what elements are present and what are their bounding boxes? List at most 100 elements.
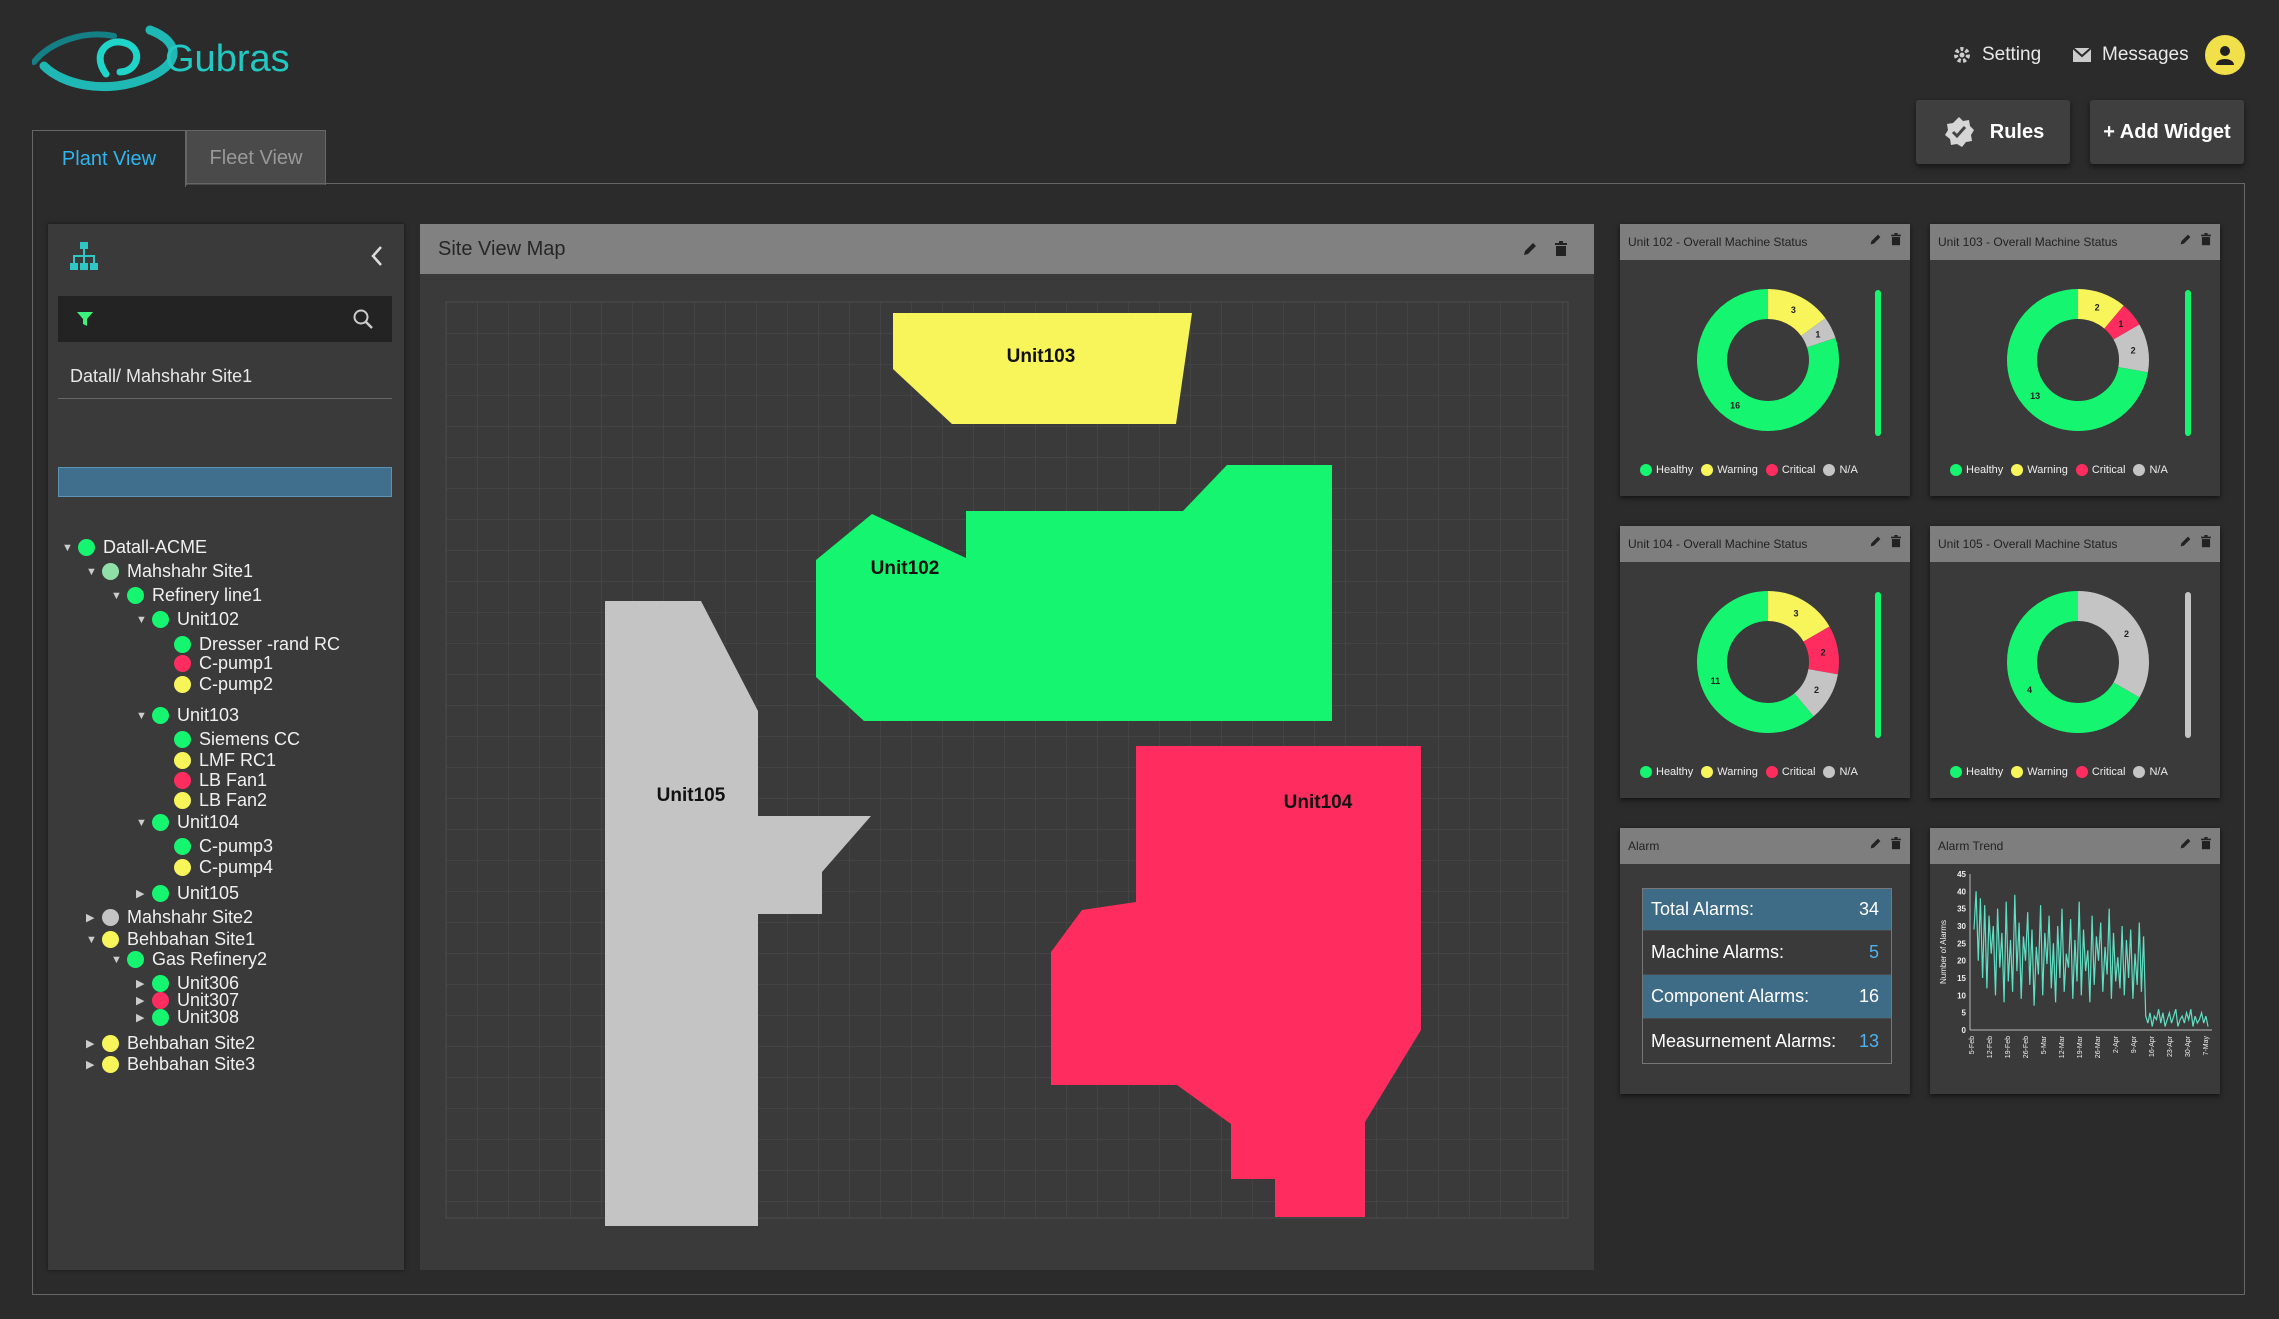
- donut-slice-na[interactable]: [2077, 591, 2149, 698]
- tree-search-bar[interactable]: [58, 296, 392, 342]
- widget-title: Unit 103 - Overall Machine Status: [1938, 235, 2118, 249]
- tree-node-label: Mahshahr Site1: [127, 561, 254, 581]
- add-widget-button[interactable]: + Add Widget: [2090, 100, 2244, 164]
- alarm-row-machine[interactable]: Machine Alarms: 5: [1643, 931, 1891, 975]
- tree-node[interactable]: ▼ Unit102: [136, 609, 239, 630]
- tree-node[interactable]: ▶ Unit105: [136, 883, 239, 904]
- tree-node[interactable]: ▼ Gas Refinery2: [111, 949, 267, 970]
- status-bar: [1875, 592, 1881, 738]
- edit-icon[interactable]: [1869, 233, 1882, 246]
- tree-node[interactable]: ▼ Datall-ACME: [62, 537, 207, 558]
- legend-label: Warning: [2027, 464, 2068, 476]
- tree-node[interactable]: ▶ Mahshahr Site2: [86, 907, 253, 928]
- x-tick-label: 5-Mar: [2041, 1035, 2048, 1054]
- trend-line: [1973, 891, 2209, 1027]
- unit103-zone[interactable]: [893, 313, 1192, 424]
- edit-icon[interactable]: [1869, 837, 1882, 850]
- trash-icon[interactable]: [1554, 241, 1568, 257]
- tree-node-label: Behbahan Site3: [127, 1054, 256, 1074]
- tree-node[interactable]: LMF RC1: [158, 750, 276, 771]
- legend-item-warning: Warning: [2011, 464, 2068, 476]
- trash-icon[interactable]: [1890, 837, 1902, 850]
- alarm-row-total[interactable]: Total Alarms: 34: [1643, 889, 1891, 931]
- setting-link[interactable]: Setting: [1952, 44, 2041, 66]
- trash-icon[interactable]: [2200, 233, 2212, 246]
- tree-node[interactable]: ▼ Unit104: [136, 812, 239, 833]
- caret-right-icon[interactable]: ▶: [86, 1037, 102, 1050]
- alarm-value: 13: [1858, 1030, 1879, 1051]
- status-legend: Healthy Warning Critical N/A: [1640, 464, 1858, 476]
- tree-node[interactable]: ▶ Behbahan Site3: [86, 1054, 255, 1075]
- caret-right-icon[interactable]: ▶: [136, 887, 152, 900]
- caret-right-icon[interactable]: ▶: [136, 977, 152, 990]
- filter-icon[interactable]: [76, 310, 94, 328]
- tab-fleet-view[interactable]: Fleet View: [186, 130, 326, 185]
- rules-button[interactable]: Rules: [1916, 100, 2070, 164]
- tree-node[interactable]: ▶ Unit308: [136, 1007, 239, 1028]
- trash-icon[interactable]: [2200, 837, 2212, 850]
- tree-node[interactable]: C-pump3: [158, 836, 273, 857]
- donut-slice-warning[interactable]: [1767, 591, 1830, 643]
- caret-down-icon[interactable]: ▼: [136, 817, 152, 829]
- edit-icon[interactable]: [2179, 837, 2192, 850]
- tree-node-label: Unit103: [177, 705, 240, 725]
- search-icon[interactable]: [352, 308, 374, 330]
- y-tick-label: 20: [1957, 957, 1966, 966]
- user-avatar[interactable]: [2205, 35, 2245, 75]
- tree-node[interactable]: C-pump4: [158, 857, 273, 878]
- legend-label: N/A: [2149, 464, 2168, 476]
- edit-icon[interactable]: [1522, 241, 1538, 257]
- caret-down-icon[interactable]: ▼: [111, 590, 127, 602]
- edit-icon[interactable]: [2179, 233, 2192, 246]
- status-dot: [174, 859, 191, 876]
- alarm-row-component[interactable]: Component Alarms: 16: [1643, 975, 1891, 1019]
- tree-node-label: LB Fan1: [199, 770, 268, 790]
- tab-plant-view[interactable]: Plant View: [32, 130, 186, 187]
- alarm-label: Measurnement Alarms:: [1651, 1030, 1837, 1051]
- status-dot: [78, 539, 95, 556]
- caret-down-icon[interactable]: ▼: [86, 934, 102, 946]
- tree-node-label: Datall-ACME: [103, 537, 208, 557]
- tree-node-label: C-pump3: [199, 836, 274, 856]
- legend-label: N/A: [1839, 464, 1858, 476]
- status-dot: [152, 1009, 169, 1026]
- edit-icon[interactable]: [1869, 535, 1882, 548]
- legend-swatch: [1950, 464, 1962, 476]
- collapse-chevron-icon[interactable]: [370, 244, 384, 268]
- caret-down-icon[interactable]: ▼: [62, 542, 78, 554]
- alarm-row-measurement[interactable]: Measurnement Alarms: 13: [1643, 1019, 1891, 1063]
- caret-down-icon[interactable]: ▼: [86, 566, 102, 578]
- y-tick-label: 40: [1957, 887, 1966, 896]
- trash-icon[interactable]: [2200, 535, 2212, 548]
- caret-right-icon[interactable]: ▶: [86, 911, 102, 924]
- caret-down-icon[interactable]: ▼: [136, 614, 152, 626]
- caret-down-icon[interactable]: ▼: [136, 710, 152, 722]
- y-tick-label: 15: [1957, 974, 1966, 983]
- tree-node[interactable]: ▼ Refinery line1: [111, 585, 262, 606]
- status-dot: [102, 931, 119, 948]
- caret-down-icon[interactable]: ▼: [111, 954, 127, 966]
- tree-node[interactable]: Siemens CC: [158, 729, 300, 750]
- caret-right-icon[interactable]: ▶: [86, 1058, 102, 1071]
- trash-icon[interactable]: [1890, 233, 1902, 246]
- trash-icon[interactable]: [1890, 535, 1902, 548]
- tree-node[interactable]: ▼ Unit103: [136, 705, 239, 726]
- tree-node[interactable]: ▼ Mahshahr Site1: [86, 561, 253, 582]
- tree-node[interactable]: LB Fan2: [158, 790, 267, 811]
- caret-right-icon[interactable]: ▶: [136, 994, 152, 1007]
- caret-right-icon[interactable]: ▶: [136, 1011, 152, 1024]
- legend-swatch: [1765, 464, 1778, 476]
- tree-node[interactable]: Dresser -rand RC: [158, 634, 340, 655]
- status-dot: [102, 909, 119, 926]
- tree-node[interactable]: LB Fan1: [158, 770, 267, 791]
- messages-link[interactable]: Messages: [2072, 44, 2189, 66]
- donut-value-label: 2: [2124, 629, 2129, 639]
- tree-node[interactable]: C-pump1: [158, 653, 273, 674]
- add-widget-label: + Add Widget: [2103, 120, 2231, 143]
- hierarchy-icon[interactable]: [68, 240, 100, 272]
- tree-node[interactable]: ▶ Behbahan Site2: [86, 1033, 255, 1054]
- tree-node[interactable]: ▼ Behbahan Site1: [86, 929, 255, 950]
- tree-node-label: Unit105: [177, 883, 240, 903]
- edit-icon[interactable]: [2179, 535, 2192, 548]
- tree-node[interactable]: C-pump2: [158, 674, 273, 695]
